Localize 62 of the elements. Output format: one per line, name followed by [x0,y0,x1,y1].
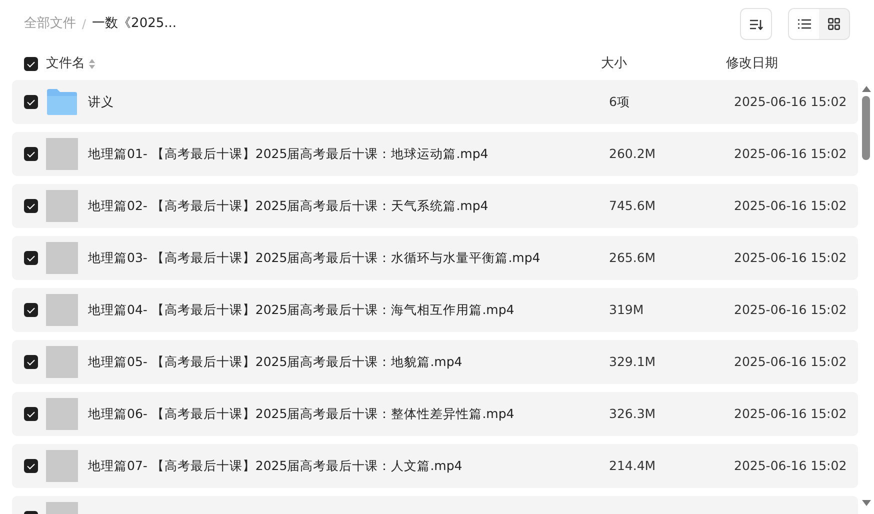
video-thumbnail [46,398,78,430]
file-name[interactable]: 地理篇06- 【高考最后十课】2025届高考最后十课：整体性差异性篇.mp4 [88,404,514,424]
list-icon [798,19,810,29]
checkbox[interactable] [24,57,38,71]
breadcrumb-item: 一数《2025... [92,15,177,34]
list-view-button[interactable] [789,9,819,39]
file-name[interactable]: 地理篇07- 【高考最后十课】2025届高考最后十课：人文篇.mp4 [88,456,462,476]
sort-button[interactable] [740,8,772,40]
file-date: 2025-06-16 15:02 [734,302,847,317]
file-date: 2025-06-16 15:02 [734,250,847,265]
file-name[interactable]: 地理篇01- 【高考最后十课】2025届高考最后十课：地球运动篇.mp4 [88,144,488,164]
video-thumbnail [46,294,78,326]
file-row[interactable]: 地理篇02- 【高考最后十课】2025届高考最后十课：天气系统篇.mp4 745.6M 2025-06-16 15:02 [12,184,858,228]
video-thumbnail [46,450,78,482]
video-thumbnail [46,190,78,222]
file-date: 2025-06-16 15:02 [734,406,847,421]
file-size: 329.1M [609,354,656,369]
file-row[interactable]: 地理篇04- 【高考最后十课】2025届高考最后十课：海气相互作用篇.mp4 319M 2025-06-16 15:02 [12,288,858,332]
file-date: 2025-06-16 15:02 [734,458,847,473]
file-date: 2025-06-16 15:02 [734,354,847,369]
file-name[interactable]: 地理篇03- 【高考最后十课】2025届高考最后十课：水循环与水量平衡篇.mp4 [88,248,540,268]
checkbox[interactable] [24,251,38,265]
folder-icon [46,88,78,116]
file-size: 265.6M [609,250,656,265]
column-header[interactable]: 大小 [601,54,726,74]
checkbox[interactable] [24,355,38,369]
sort-icon [750,18,762,30]
video-thumbnail [46,242,78,274]
file-name[interactable]: 地理篇02- 【高考最后十课】2025届高考最后十课：天气系统篇.mp4 [88,196,488,216]
file-name[interactable]: 地理篇04- 【高考最后十课】2025届高考最后十课：海气相互作用篇.mp4 [88,300,514,320]
file-row[interactable]: 地理篇07- 【高考最后十课】2025届高考最后十课：人文篇.mp4 214.4M 2025-06-16 15:02 [12,444,858,488]
file-size: 745.6M [609,198,656,213]
file-row[interactable]: 地理篇06- 【高考最后十课】2025届高考最后十课：整体性差异性篇.mp4 326.3M 2025-06-16 15:02 [12,392,858,436]
video-thumbnail [46,346,78,378]
checkbox[interactable] [24,459,38,473]
video-thumbnail [46,138,78,170]
checkbox[interactable] [24,303,38,317]
file-size: 214.4M [609,458,656,473]
file-name[interactable]: 讲义 [88,92,114,112]
column-header[interactable]: 修改日期 [726,54,850,74]
file-date: 2025-06-16 15:02 [734,198,847,213]
file-size: 326.3M [609,406,656,421]
file-row[interactable]: 地理篇01- 【高考最后十课】2025届高考最后十课：地球运动篇.mp4 260.2M 2025-06-16 15:02 [12,132,858,176]
file-row[interactable]: 地理篇03- 【高考最后十课】2025届高考最后十课：水循环与水量平衡篇.mp4 265.6M 2025-06-16 15:02 [12,236,858,280]
file-size: 260.2M [609,146,656,161]
checkbox[interactable] [24,95,38,109]
file-row[interactable]: 地理篇05- 【高考最后十课】2025届高考最后十课：地貌篇.mp4 329.1M 2025-06-16 15:02 [12,340,858,384]
file-row[interactable]: 讲义 6项 2025-06-16 15:02 [12,80,858,124]
checkbox[interactable] [24,147,38,161]
column-header[interactable]: 文件名 [46,54,85,74]
file-date: 2025-06-16 15:02 [734,94,847,109]
grid-icon [828,18,840,30]
file-date: 2025-06-16 15:02 [734,146,847,161]
file-name[interactable]: 地理篇05- 【高考最后十课】2025届高考最后十课：地貌篇.mp4 [88,352,462,372]
checkbox[interactable] [24,407,38,421]
checkbox[interactable] [24,199,38,213]
scrollbar-thumb[interactable] [862,96,870,160]
scroll-up-icon[interactable] [862,86,870,92]
scroll-down-icon[interactable] [862,500,870,506]
file-size: 319M [609,302,644,317]
breadcrumb-separator: / [82,16,86,33]
file-size: 6项 [609,94,630,109]
